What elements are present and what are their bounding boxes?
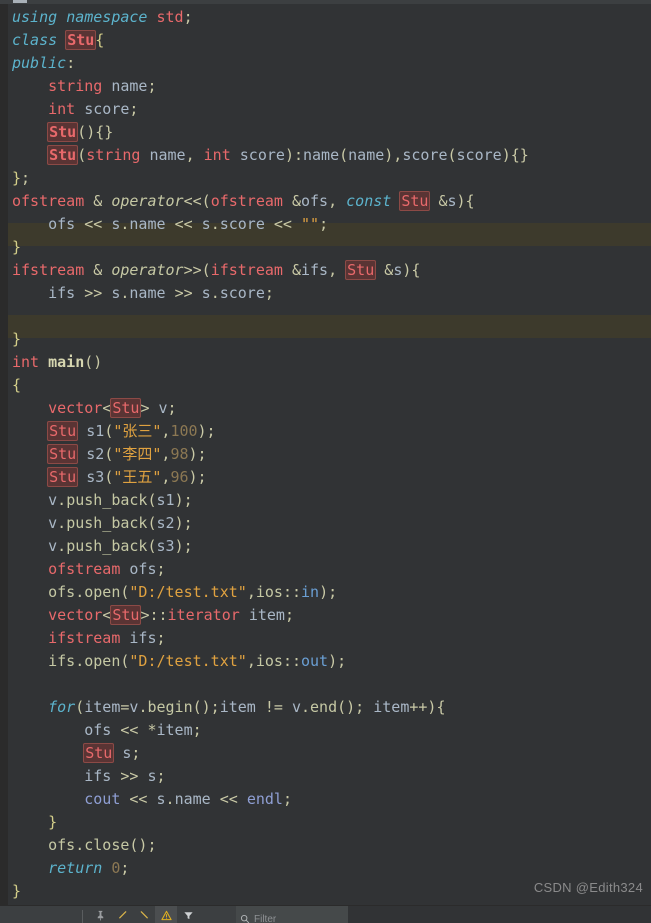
- collapse-all-icon[interactable]: [133, 906, 155, 923]
- pin-icon[interactable]: [89, 906, 111, 923]
- warning-triangle-icon[interactable]: [155, 906, 177, 923]
- code-line: ofs.open("D:/test.txt",ios::in);: [48, 583, 338, 601]
- code-line: }: [12, 330, 22, 348]
- code-line: return 0;: [48, 859, 130, 877]
- code-line: ofs << s.name << s.score << "";: [48, 215, 329, 233]
- code-line: }: [12, 882, 22, 900]
- code-line: Stu(){}: [47, 122, 114, 142]
- code-line: ifstream ifs;: [48, 629, 166, 647]
- toolbar-right-fill: [348, 906, 651, 923]
- code-line: using namespace std;: [12, 8, 193, 26]
- code-line: ifs >> s;: [84, 767, 166, 785]
- tab-stub[interactable]: [13, 0, 27, 3]
- code-line: Stu(string name, int score):name(name),s…: [47, 145, 529, 165]
- code-line: class Stu{: [12, 30, 105, 50]
- code-line: {: [12, 376, 22, 394]
- code-line: string name;: [48, 77, 157, 95]
- code-line: v.push_back(s1);: [48, 491, 193, 509]
- code-line: ofs.close();: [48, 836, 157, 854]
- filter-placeholder: Filter: [254, 913, 277, 923]
- filter-search-field[interactable]: Filter: [236, 906, 348, 923]
- code-line: v.push_back(s3);: [48, 537, 193, 555]
- code-line: };: [12, 169, 31, 187]
- code-line: cout << s.name << endl;: [84, 790, 292, 808]
- code-line: ifs.open("D:/test.txt",ios::out);: [48, 652, 347, 670]
- code-line: vector<Stu> v;: [48, 398, 177, 418]
- expand-all-icon[interactable]: [111, 906, 133, 923]
- code-line: Stu s3("王五",96);: [47, 467, 207, 487]
- code-line: int main(): [12, 353, 103, 371]
- code-editor-area[interactable]: using namespace std; class Stu{ public: st…: [0, 4, 651, 905]
- code-line: ifstream & operator>>(ifstream &ifs, Stu…: [12, 260, 421, 280]
- search-icon: [240, 914, 250, 923]
- code-line: ofstream & operator<<(ofstream &ofs, con…: [12, 191, 475, 211]
- code-line: public:: [12, 54, 76, 72]
- watermark-text: CSDN @Edith324: [533, 880, 643, 895]
- filter-funnel-icon[interactable]: [177, 906, 199, 923]
- code-line: Stu s1("张三",100);: [47, 421, 216, 441]
- editor-gutter[interactable]: [0, 4, 8, 905]
- code-line: vector<Stu>::iterator item;: [48, 605, 294, 625]
- bottom-toolbar[interactable]: Filter: [0, 905, 651, 923]
- code-line: }: [48, 813, 58, 831]
- code-line: for(item=v.begin();item != v.end(); item…: [48, 698, 446, 716]
- code-text[interactable]: using namespace std; class Stu{ public: st…: [0, 4, 529, 903]
- code-line: ofs << *item;: [84, 721, 202, 739]
- code-line: }: [12, 238, 22, 256]
- toolbar-separator: [82, 910, 83, 923]
- toolbar-icon-group: [78, 906, 199, 923]
- code-line: ofstream ofs;: [48, 560, 166, 578]
- code-line: int score;: [48, 100, 139, 118]
- toolbar-left-spacer: [0, 906, 78, 923]
- editor-window: using namespace std; class Stu{ public: st…: [0, 0, 651, 923]
- code-line: Stu s;: [83, 743, 141, 763]
- code-line: ifs >> s.name >> s.score;: [48, 284, 274, 302]
- code-surface: using namespace std; class Stu{ public: st…: [0, 4, 651, 905]
- code-line: v.push_back(s2);: [48, 514, 193, 532]
- code-line: Stu s2("李四",98);: [47, 444, 207, 464]
